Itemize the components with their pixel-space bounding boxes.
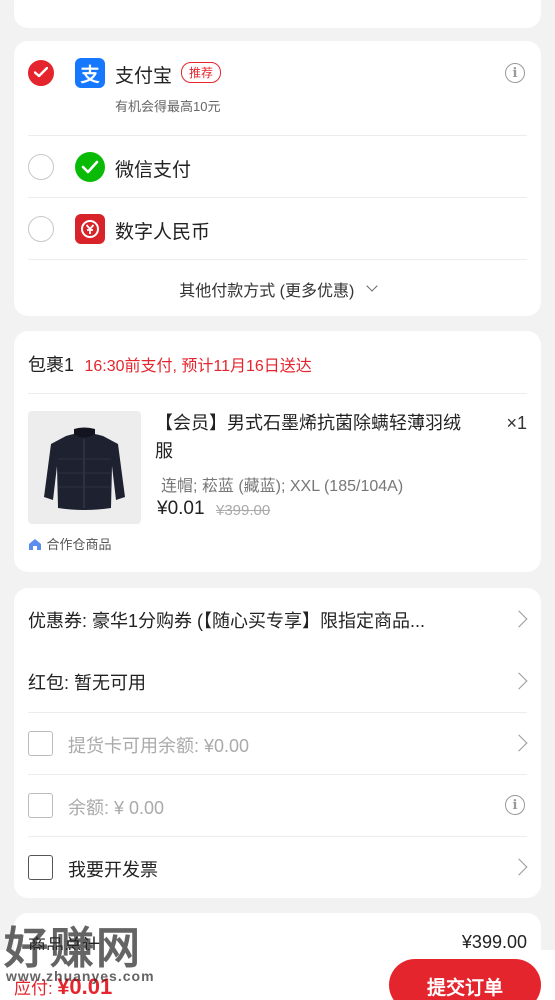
more-payment-methods[interactable]: 其他付款方式 (更多优惠) — [14, 260, 541, 316]
product-spec: 连帽; 菘蓝 (藏蓝); XXL (185/104A) — [161, 478, 404, 495]
alipay-label: 支付宝 — [115, 66, 173, 87]
more-payment-methods-label: 其他付款方式 (更多优惠) — [179, 283, 355, 300]
options-card: 优惠券: 豪华1分购券 (【随心买专享】限指定商品... 红包: 暂无可用 提货… — [14, 588, 541, 898]
bottom-bar: 应付: ¥0.01 提交订单 — [0, 950, 555, 1000]
wechat-radio[interactable] — [28, 154, 54, 180]
submit-order-label: 提交订单 — [426, 978, 503, 999]
red-packet-label: 红包: 暂无可用 — [28, 673, 147, 693]
warehouse-label: 合作仓商品 — [46, 537, 112, 552]
coupon-label: 优惠券: 豪华1分购券 (【随心买专享】限指定商品... — [28, 611, 426, 631]
payable-amount: 应付: ¥0.01 — [14, 974, 112, 1000]
package-title: 包裹1 — [28, 355, 75, 375]
payable-value: ¥0.01 — [57, 974, 113, 999]
product-original-price: ¥399.00 — [216, 502, 271, 519]
chevron-right-icon — [510, 610, 528, 628]
submit-order-button[interactable]: 提交订单 — [389, 959, 541, 1000]
product-item[interactable]: 【会员】男式石墨烯抗菌除螨轻薄羽绒服 ×1 连帽; 菘蓝 (藏蓝); XXL (… — [14, 394, 541, 572]
payment-methods-card: 支 支付宝 推荐 有机会得最高10元 i 微信支付 数字人民币 其他付款方式 (… — [14, 41, 541, 316]
invoice-label: 我要开发票 — [68, 860, 158, 880]
balance-checkbox[interactable] — [28, 793, 53, 818]
chevron-right-icon — [510, 672, 528, 690]
alipay-promo-text: 有机会得最高10元 — [115, 99, 221, 114]
wechat-pay-label: 微信支付 — [115, 160, 192, 181]
invoice-row[interactable]: 我要开发票 — [14, 836, 541, 898]
invoice-checkbox[interactable] — [28, 855, 53, 880]
digital-rmb-radio[interactable] — [28, 216, 54, 242]
gift-card-balance-label: 提货卡可用余额: ¥0.00 — [68, 736, 250, 756]
gift-card-row[interactable]: 提货卡可用余额: ¥0.00 — [14, 712, 541, 774]
product-name[interactable]: 【会员】男式石墨烯抗菌除螨轻薄羽绒服 — [155, 409, 477, 465]
payment-option-alipay[interactable]: 支 支付宝 推荐 有机会得最高10元 i — [14, 41, 541, 135]
package-header: 包裹1 16:30前支付, 预计11月16日送达 — [28, 351, 312, 377]
red-packet-row[interactable]: 红包: 暂无可用 — [14, 650, 541, 712]
info-icon[interactable]: i — [505, 63, 525, 83]
alipay-icon: 支 — [75, 58, 105, 88]
package-card: 包裹1 16:30前支付, 预计11月16日送达 【会员】男式石墨烯抗菌除螨轻薄… — [14, 331, 541, 572]
payable-label: 应付: — [14, 979, 53, 998]
product-image[interactable] — [28, 411, 141, 524]
gift-card-checkbox[interactable] — [28, 731, 53, 756]
chevron-down-icon — [366, 280, 378, 292]
warehouse-tag: 合作仓商品 — [28, 534, 111, 556]
balance-label: 余额: ¥ 0.00 — [68, 798, 165, 818]
info-icon[interactable]: i — [505, 795, 525, 815]
digital-rmb-label: 数字人民币 — [115, 222, 211, 243]
coupon-row[interactable]: 优惠券: 豪华1分购券 (【随心买专享】限指定商品... — [14, 588, 541, 650]
balance-row[interactable]: 余额: ¥ 0.00 i — [14, 774, 541, 836]
previous-card — [14, 0, 541, 28]
chevron-right-icon — [510, 858, 528, 876]
product-quantity: ×1 — [506, 413, 527, 433]
digital-rmb-icon — [75, 214, 105, 244]
alipay-radio-checked[interactable] — [28, 60, 54, 86]
delivery-note: 16:30前支付, 预计11月16日送达 — [84, 358, 312, 375]
house-icon — [28, 538, 42, 556]
chevron-right-icon — [510, 734, 528, 752]
product-price: ¥0.01 — [157, 498, 205, 519]
payment-option-wechat[interactable]: 微信支付 — [14, 136, 541, 198]
recommended-badge: 推荐 — [181, 62, 222, 83]
payment-option-digital-rmb[interactable]: 数字人民币 — [14, 198, 541, 260]
wechat-pay-icon — [75, 152, 105, 182]
